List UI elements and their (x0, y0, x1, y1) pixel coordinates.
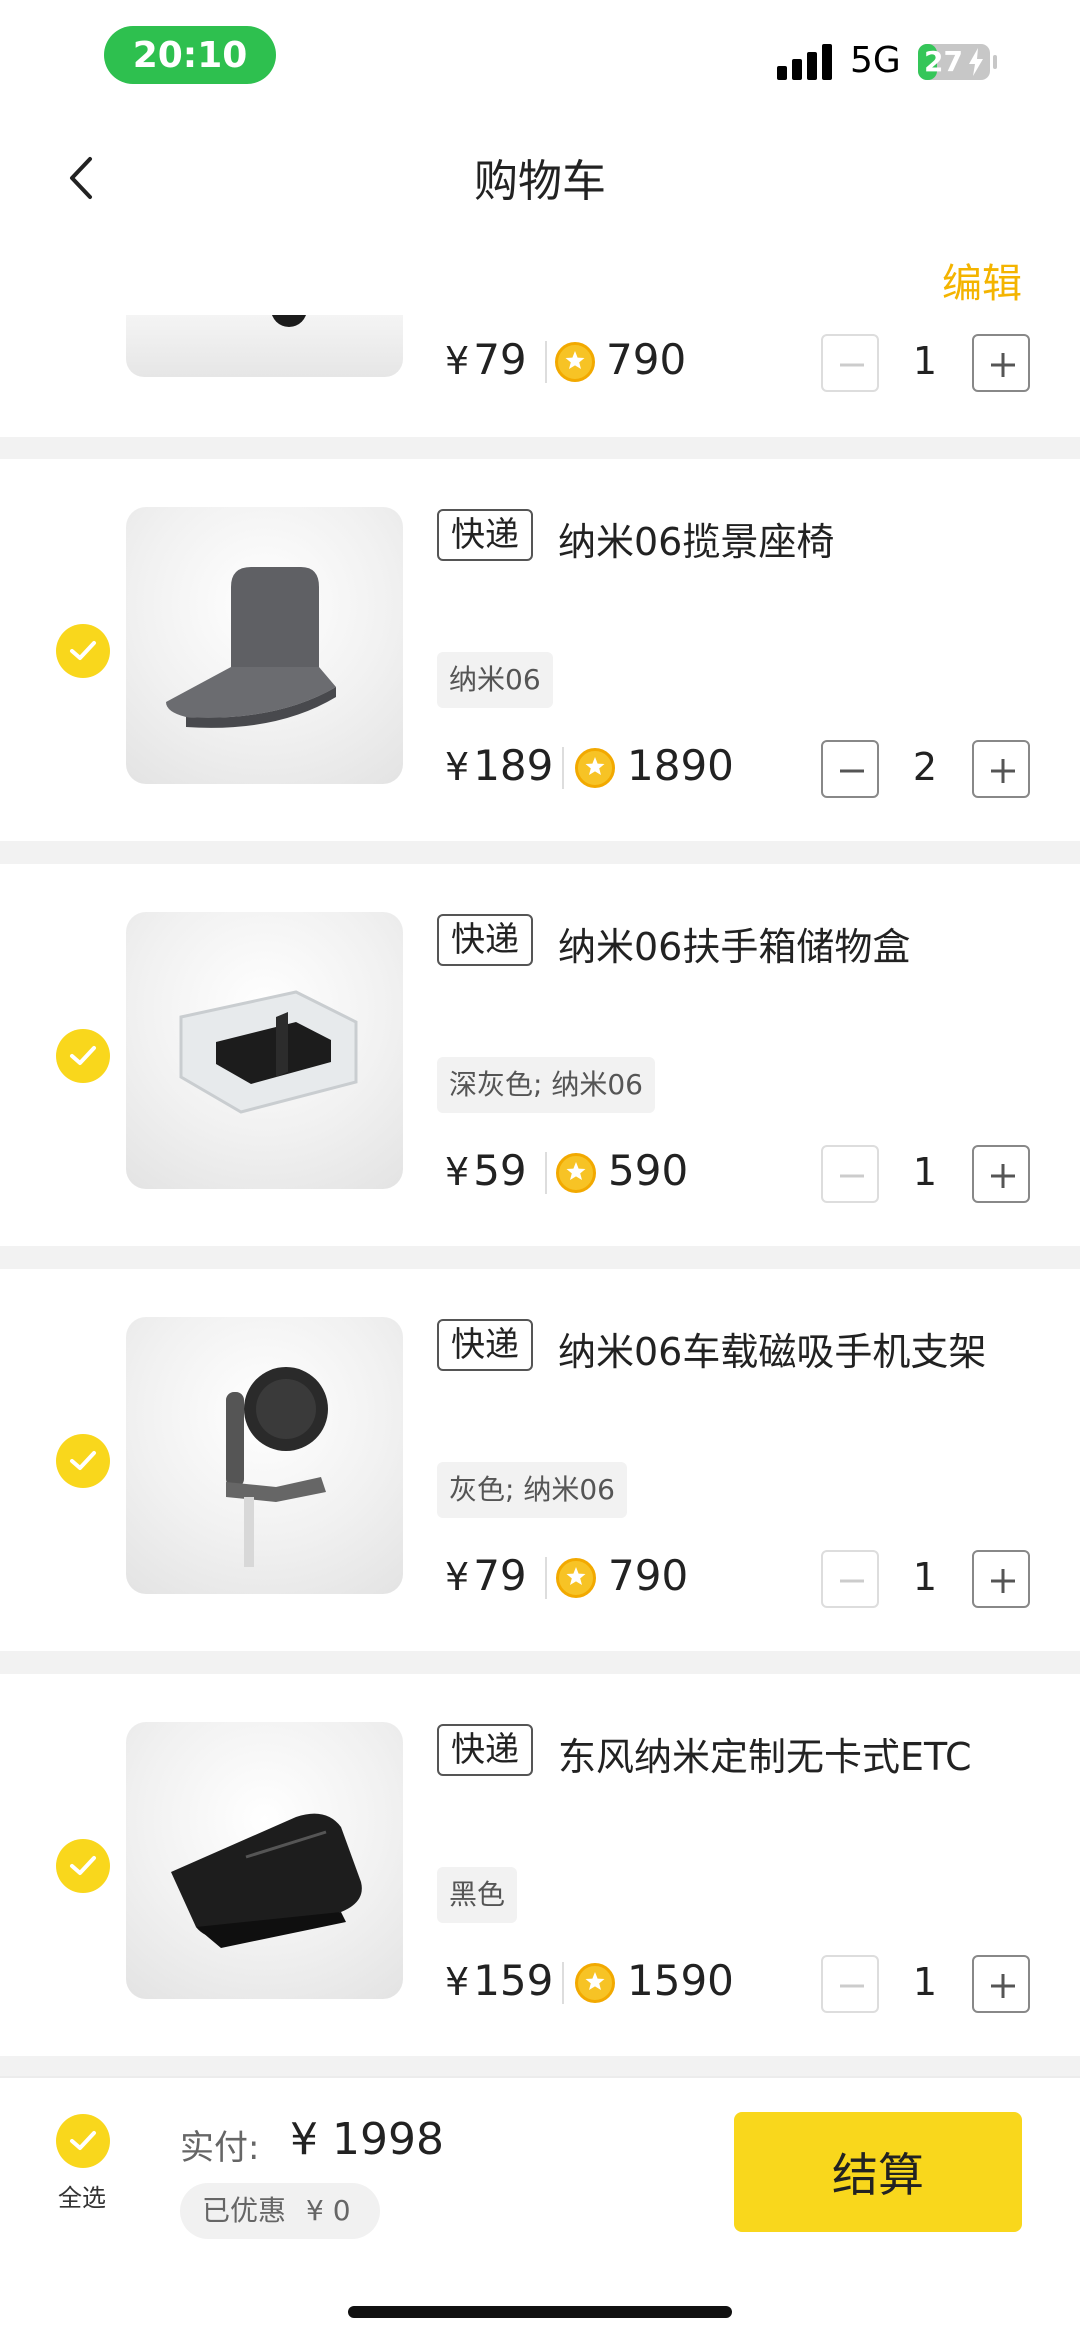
battery-cap (993, 55, 997, 69)
spec-tag[interactable]: 黑色 (437, 1867, 518, 1923)
cart-item: 快递 纳米06揽景座椅 纳米06 ¥189 1890 2 (0, 459, 1080, 841)
spec-tag[interactable]: 深灰色; 纳米06 (437, 1057, 655, 1113)
checkout-button[interactable]: 结算 (734, 2112, 1022, 2232)
product-image[interactable] (126, 507, 403, 784)
quantity-value: 1 (912, 1555, 938, 1599)
product-title[interactable]: 纳米06车载磁吸手机支架 (558, 1321, 986, 1376)
item-points: 790 (608, 1551, 689, 1600)
coin-icon (556, 1558, 596, 1598)
select-all-checkbox[interactable] (56, 2114, 110, 2168)
edit-button[interactable]: 编辑 (942, 251, 1022, 309)
price-divider (545, 341, 547, 383)
decrease-button[interactable] (821, 1145, 879, 1203)
increase-button[interactable] (972, 1145, 1030, 1203)
price-divider (562, 1962, 564, 2004)
quantity-value: 2 (912, 745, 938, 789)
battery-level: 27 (924, 45, 963, 78)
quantity-value: 1 (912, 1150, 938, 1194)
item-checkbox[interactable] (56, 1029, 110, 1083)
checkout-bar: 全选 实付: ¥ 1998 已优惠 ¥ 0 结算 (0, 2076, 1080, 2337)
express-tag: 快递 (437, 509, 533, 561)
product-title[interactable]: 东风纳米定制无卡式ETC (558, 1726, 972, 1781)
coin-icon (575, 748, 615, 788)
item-price: ¥159 (445, 1956, 554, 2005)
decrease-button[interactable] (821, 1550, 879, 1608)
battery-icon: 27 (918, 44, 990, 80)
increase-button[interactable] (972, 740, 1030, 798)
status-time: 20:10 (104, 26, 276, 84)
network-label: 5G (850, 40, 901, 81)
decrease-button[interactable] (821, 1955, 879, 2013)
item-checkbox[interactable] (56, 1434, 110, 1488)
product-title[interactable]: 纳米06揽景座椅 (558, 511, 834, 566)
item-points: 1890 (627, 741, 734, 790)
quantity-value: 1 (912, 339, 938, 383)
cart-item-partial: ¥79 790 1 (0, 315, 1080, 437)
decrease-button[interactable] (821, 334, 879, 392)
item-points: 1590 (627, 1956, 734, 2005)
bolt-icon (969, 48, 983, 76)
signal-icon (777, 42, 835, 80)
spec-tag[interactable]: 灰色; 纳米06 (437, 1462, 627, 1518)
increase-button[interactable] (972, 1550, 1030, 1608)
discount-pill[interactable]: 已优惠 ¥ 0 (180, 2183, 380, 2239)
item-checkbox[interactable] (56, 624, 110, 678)
nav-bar: 购物车 (0, 115, 1080, 235)
increase-button[interactable] (972, 1955, 1030, 2013)
item-price: ¥189 (445, 741, 554, 790)
select-all-label[interactable]: 全选 (58, 2178, 106, 2213)
price-divider (545, 1557, 547, 1599)
coin-icon (556, 1153, 596, 1193)
total-price: ¥ 1998 (290, 2114, 444, 2165)
edit-row: 编辑 (0, 235, 1080, 315)
product-image[interactable] (126, 315, 403, 377)
coin-icon (575, 1963, 615, 2003)
spec-tag[interactable]: 纳米06 (437, 652, 553, 708)
page-title: 购物车 (474, 156, 606, 207)
item-points: 790 (606, 335, 687, 384)
discount-label: 已优惠 (202, 2194, 287, 2227)
decrease-button[interactable] (821, 740, 879, 798)
coin-icon (555, 342, 595, 382)
product-title[interactable]: 纳米06扶手箱储物盒 (558, 916, 910, 971)
price-divider (562, 747, 564, 789)
product-image[interactable] (126, 1722, 403, 1999)
express-tag: 快递 (437, 914, 533, 966)
product-image[interactable] (126, 912, 403, 1189)
discount-value: ¥ 0 (306, 2194, 351, 2227)
product-image[interactable] (126, 1317, 403, 1594)
total-label: 实付: (180, 2128, 260, 2168)
item-points: 590 (608, 1146, 689, 1195)
cart-item: 快递 纳米06车载磁吸手机支架 灰色; 纳米06 ¥79 790 1 (0, 1269, 1080, 1651)
item-price: ¥59 (445, 1146, 527, 1195)
item-price: ¥79 (445, 1551, 527, 1600)
increase-button[interactable] (972, 334, 1030, 392)
price-divider (545, 1152, 547, 1194)
cart-item: 快递 纳米06扶手箱储物盒 深灰色; 纳米06 ¥59 590 1 (0, 864, 1080, 1246)
home-indicator (348, 2306, 732, 2318)
express-tag: 快递 (437, 1724, 533, 1776)
cart-item: 快递 东风纳米定制无卡式ETC 黑色 ¥159 1590 1 (0, 1674, 1080, 2056)
quantity-value: 1 (912, 1960, 938, 2004)
express-tag: 快递 (437, 1319, 533, 1371)
item-price: ¥79 (445, 335, 527, 384)
status-bar: 20:10 5G 27 (0, 0, 1080, 115)
item-checkbox[interactable] (56, 1839, 110, 1893)
